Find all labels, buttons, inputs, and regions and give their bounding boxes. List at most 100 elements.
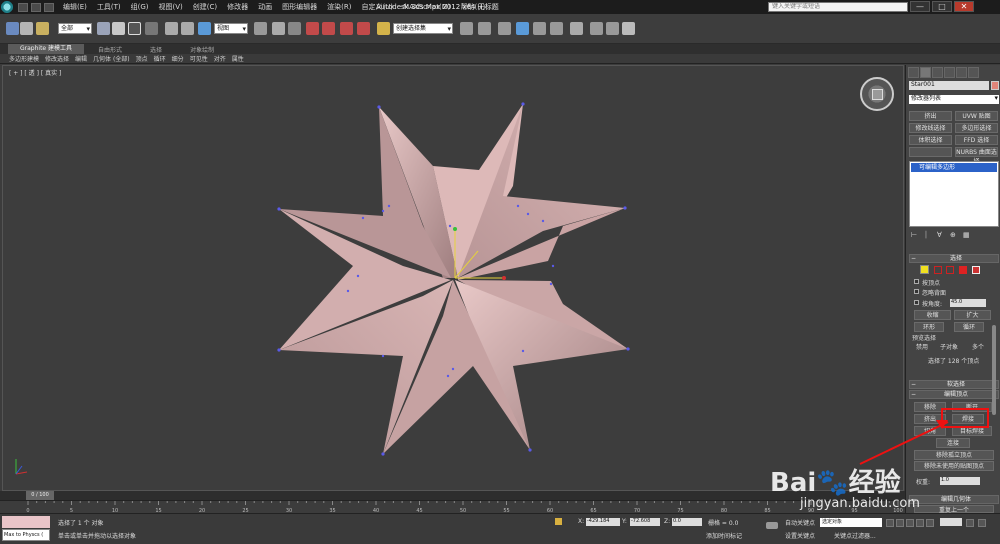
goto-start-icon[interactable] xyxy=(886,519,894,527)
tab-utilities-icon[interactable] xyxy=(968,67,979,78)
tab-modify-icon[interactable] xyxy=(920,67,931,78)
modifier-uvw-button[interactable]: UVW 贴图 xyxy=(955,111,998,121)
modifier-poly-select-button[interactable]: 多边形选择 xyxy=(955,123,998,133)
prev-frame-icon[interactable] xyxy=(896,519,904,527)
render-setup-icon[interactable] xyxy=(590,22,603,35)
move-icon[interactable] xyxy=(165,22,178,35)
ribbon-align[interactable]: 对齐 xyxy=(211,54,229,63)
z-coord-field[interactable]: 0.0 xyxy=(672,518,702,526)
grow-button[interactable]: 扩大 xyxy=(954,310,991,320)
modifier-nurbs-select-button[interactable]: NURBS 曲面选择 xyxy=(955,147,998,165)
edit-named-selection-icon[interactable] xyxy=(377,22,390,35)
subobject-element-icon[interactable] xyxy=(972,266,980,274)
ignore-backfacing-checkbox[interactable] xyxy=(914,289,919,294)
menu-create[interactable]: 创建(C) xyxy=(188,2,222,12)
tab-hierarchy-icon[interactable] xyxy=(932,67,943,78)
goto-end-icon[interactable] xyxy=(926,519,934,527)
key-filters-button[interactable]: 关键点过滤器... xyxy=(834,531,876,540)
ribbon-subdivision[interactable]: 细分 xyxy=(169,54,187,63)
angle-snap-icon[interactable] xyxy=(322,22,335,35)
current-frame-field[interactable] xyxy=(940,518,962,526)
time-slider-thumb[interactable]: 0 / 100 xyxy=(26,491,54,500)
tab-display-icon[interactable] xyxy=(956,67,967,78)
menu-edit[interactable]: 编辑(E) xyxy=(58,2,92,12)
tab-freeform[interactable]: 自由形式 xyxy=(84,45,136,54)
graphite-toggle-icon[interactable] xyxy=(516,22,529,35)
modifier-extrude-button[interactable]: 挤出 xyxy=(909,111,952,121)
set-key-button[interactable]: 设置关键点 xyxy=(785,531,815,540)
subobject-edge-icon[interactable] xyxy=(934,266,942,274)
gizmo-handle-red[interactable] xyxy=(502,276,506,280)
gizmo-handle-green[interactable] xyxy=(453,227,457,231)
keyboard-shortcut-icon[interactable] xyxy=(288,22,301,35)
save-file-icon[interactable] xyxy=(44,2,54,12)
scale-icon[interactable] xyxy=(198,22,211,35)
lock-icon[interactable] xyxy=(555,518,562,525)
select-by-name-icon[interactable] xyxy=(112,22,125,35)
by-angle-checkbox[interactable] xyxy=(914,300,919,305)
select-manipulate-icon[interactable] xyxy=(272,22,285,35)
configure-sets-icon[interactable]: ▦ xyxy=(963,231,970,240)
make-unique-icon[interactable]: ∀ xyxy=(937,231,944,240)
connect-button[interactable]: 连接 xyxy=(936,438,970,448)
selection-filter-dropdown[interactable]: 全部 xyxy=(58,23,92,34)
auto-key-button[interactable]: 自动关键点 xyxy=(785,518,815,527)
y-coord-field[interactable]: -72.608 xyxy=(630,518,660,526)
new-file-icon[interactable] xyxy=(18,2,28,12)
preview-subobject-radio[interactable]: 子对象 xyxy=(940,342,958,351)
rotate-icon[interactable] xyxy=(181,22,194,35)
ribbon-edit[interactable]: 编辑 xyxy=(72,54,90,63)
maximize-button[interactable]: □ xyxy=(932,1,952,12)
menu-rendering[interactable]: 渲染(R) xyxy=(322,2,356,12)
stack-item-editable-poly[interactable]: 可编辑多边形 xyxy=(911,163,997,172)
star-mesh[interactable] xyxy=(3,66,903,490)
align-icon[interactable] xyxy=(478,22,491,35)
maxscript-mini-listener[interactable]: Max to Physcs ( xyxy=(2,529,50,541)
unlink-icon[interactable] xyxy=(36,22,49,35)
menu-tools[interactable]: 工具(T) xyxy=(92,2,126,12)
key-icon[interactable] xyxy=(766,522,778,529)
rect-selection-icon[interactable] xyxy=(128,22,141,35)
modifier-stack[interactable]: 可编辑多边形 xyxy=(909,161,999,227)
viewcube-face[interactable] xyxy=(872,89,883,100)
app-logo-icon[interactable] xyxy=(0,0,14,14)
select-object-icon[interactable] xyxy=(97,22,110,35)
rollout-selection[interactable]: 选择 xyxy=(909,254,999,263)
by-vertex-checkbox[interactable] xyxy=(914,279,919,284)
angle-spinner[interactable]: 45.0 xyxy=(950,299,986,307)
menu-graph-editors[interactable]: 图形编辑器 xyxy=(277,2,322,12)
rollout-edit-geometry[interactable]: 编辑几何体 xyxy=(909,495,999,504)
minimize-button[interactable]: — xyxy=(910,1,930,12)
preview-disabled-radio[interactable]: 禁用 xyxy=(916,342,928,351)
link-icon[interactable] xyxy=(20,22,33,35)
tab-object-paint[interactable]: 对象绘制 xyxy=(176,45,228,54)
modifier-vol-select-button[interactable]: 体积选择 xyxy=(909,135,952,145)
percent-snap-icon[interactable] xyxy=(340,22,353,35)
snap-3d-icon[interactable] xyxy=(306,22,319,35)
zoom-icon[interactable] xyxy=(966,519,974,527)
search-input[interactable]: 键入关键字或短语 xyxy=(768,2,908,12)
modifier-ffd-select-button[interactable]: FFD 选择 xyxy=(955,135,998,145)
maxscript-listener[interactable] xyxy=(2,516,50,528)
ring-button[interactable]: 环形 xyxy=(914,322,944,332)
next-frame-icon[interactable] xyxy=(916,519,924,527)
perspective-viewport[interactable]: [ + ] [ 透 ] [ 真实 ] xyxy=(2,65,904,491)
object-name-field[interactable]: Star001 xyxy=(909,81,989,90)
menu-animation[interactable]: 动画 xyxy=(253,2,277,12)
repeat-last-button[interactable]: 重复上一个 xyxy=(914,505,994,514)
ribbon-properties[interactable]: 属性 xyxy=(229,54,247,63)
layer-manager-icon[interactable] xyxy=(498,22,511,35)
curve-editor-icon[interactable] xyxy=(533,22,546,35)
show-end-result-icon[interactable]: ⏐ xyxy=(924,231,931,240)
open-file-icon[interactable] xyxy=(31,2,41,12)
tab-motion-icon[interactable] xyxy=(944,67,955,78)
selected-object-dropdown[interactable]: 选定对象 xyxy=(820,518,882,527)
remove-unused-map-button[interactable]: 移除未使用的贴图顶点 xyxy=(914,461,994,471)
tab-selection[interactable]: 选择 xyxy=(136,45,176,54)
command-panel-scrollbar[interactable] xyxy=(992,325,996,415)
subobject-border-icon[interactable] xyxy=(946,266,954,274)
track-bar[interactable]: 0 5 10 15 20 25 30 35 40 45 50 55 60 65 70 75 80 85 90 95 10… xyxy=(0,500,905,514)
remove-modifier-icon[interactable]: ⊕ xyxy=(950,231,957,240)
close-button[interactable]: ✕ xyxy=(954,1,974,12)
modifier-list-dropdown[interactable]: 修改器列表 xyxy=(909,94,999,104)
